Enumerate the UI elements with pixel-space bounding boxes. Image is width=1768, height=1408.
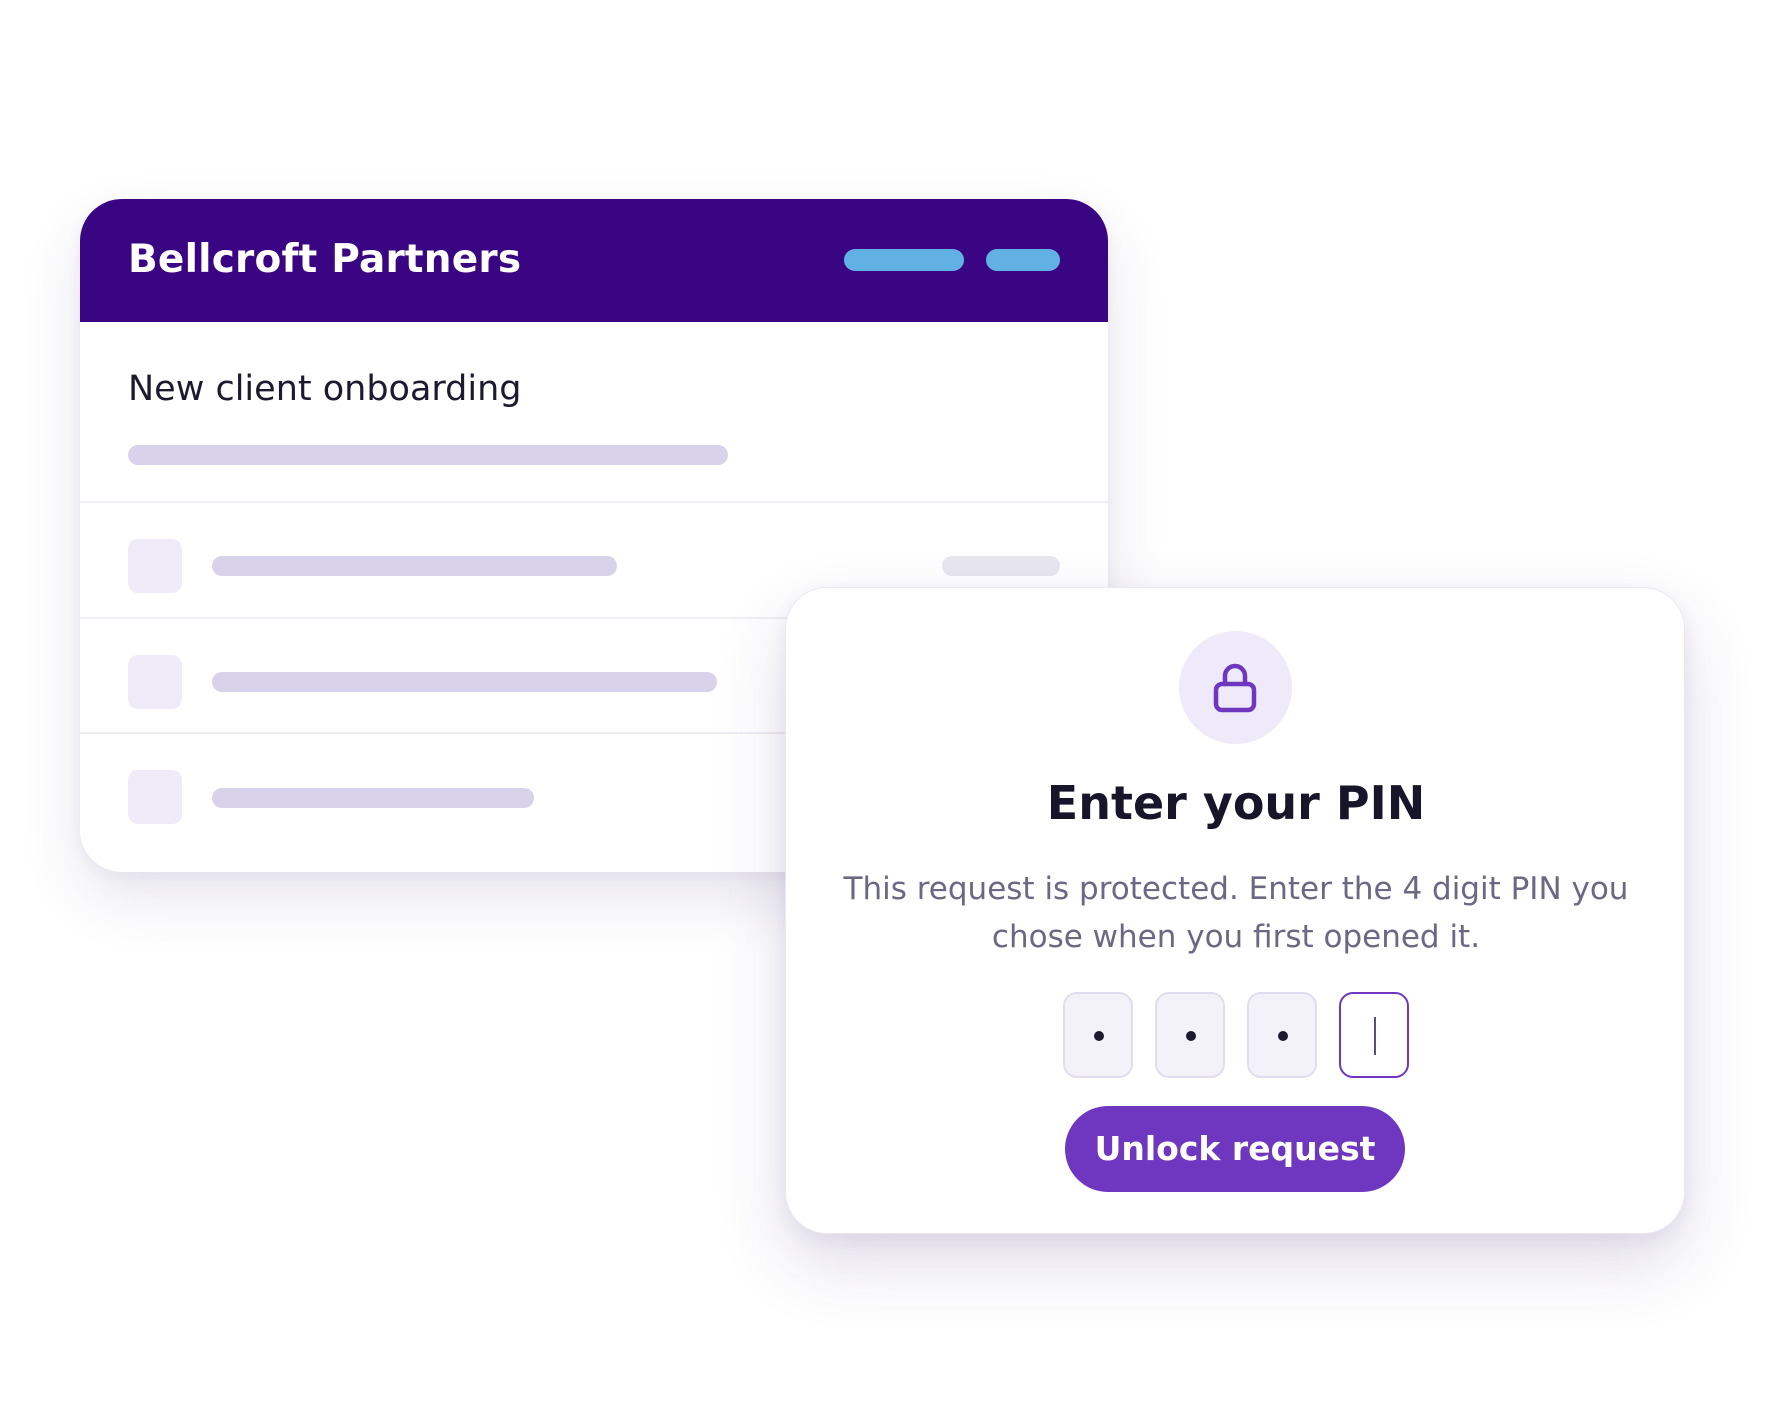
header-pill-placeholder <box>986 249 1060 271</box>
masked-digit-dot <box>1094 1031 1104 1041</box>
row-checkbox-placeholder <box>128 539 182 593</box>
divider <box>80 501 1108 503</box>
header-pill-placeholder <box>844 249 964 271</box>
row-checkbox-placeholder <box>128 770 182 824</box>
masked-digit-dot <box>1186 1031 1196 1041</box>
company-name: Bellcroft Partners <box>128 237 522 282</box>
pin-dialog: Enter your PIN This request is protected… <box>785 587 1685 1234</box>
pin-input-group <box>1063 992 1409 1078</box>
title-skeleton-line <box>128 445 728 465</box>
masked-digit-dot <box>1278 1031 1288 1041</box>
unlock-request-button[interactable]: Unlock request <box>1065 1106 1405 1192</box>
pin-digit-1[interactable] <box>1063 992 1133 1078</box>
lock-badge <box>1179 631 1292 744</box>
row-checkbox-placeholder <box>128 655 182 709</box>
pin-digit-4[interactable] <box>1339 992 1409 1078</box>
text-caret <box>1374 1017 1376 1055</box>
pin-description: This request is protected. Enter the 4 d… <box>843 871 1629 955</box>
pin-digit-3[interactable] <box>1247 992 1317 1078</box>
stage: Bellcroft Partners New client onboarding… <box>0 0 1768 1408</box>
row-skeleton-line <box>212 672 717 692</box>
request-header: Bellcroft Partners <box>80 199 1108 322</box>
pin-title: Enter your PIN <box>1046 776 1426 830</box>
row-skeleton-line <box>212 788 534 808</box>
lock-icon <box>1213 663 1257 713</box>
row-meta-skeleton <box>942 556 1060 576</box>
row-skeleton-line <box>212 556 617 576</box>
request-title: New client onboarding <box>128 369 522 409</box>
pin-digit-2[interactable] <box>1155 992 1225 1078</box>
